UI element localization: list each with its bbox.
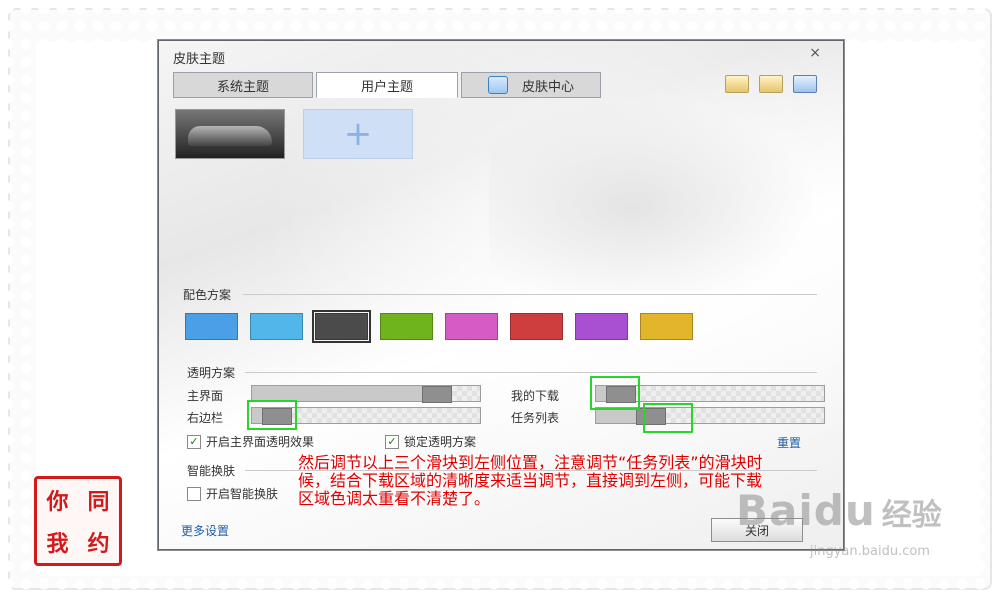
watermark-brand-cn: 经验	[881, 498, 942, 533]
color-scheme-heading: 配色方案	[183, 288, 232, 302]
checkbox-label: 锁定透明方案	[404, 435, 477, 449]
car-thumbnail-icon	[188, 126, 272, 146]
checkbox-icon: ✓	[187, 434, 201, 449]
tab-label: 系统主题	[216, 79, 269, 95]
tab-bar: 系统主题 用户主题 皮肤中心	[173, 72, 601, 98]
checkbox-label: 开启主界面透明效果	[206, 435, 315, 449]
color-swatch[interactable]	[250, 313, 303, 340]
close-icon[interactable]: ×	[809, 45, 821, 61]
stamp-char: 约	[87, 531, 110, 557]
divider	[245, 372, 817, 373]
tab-label: 用户主题	[360, 79, 413, 95]
background-car-image	[489, 81, 843, 291]
watermark-brand: Baidu	[736, 486, 876, 535]
refresh-icon[interactable]	[725, 75, 749, 93]
toolbar-icons	[725, 75, 817, 93]
slider-fill	[252, 386, 450, 401]
lock-scheme-checkbox[interactable]: ✓ 锁定透明方案	[385, 433, 476, 450]
highlight-box	[590, 376, 640, 410]
right-bar-label: 右边栏	[187, 411, 224, 425]
tab-system-theme[interactable]: 系统主题	[173, 72, 313, 98]
dialog-title: 皮肤主题	[173, 52, 226, 67]
skin-center-icon	[487, 76, 508, 94]
slider-knob[interactable]	[422, 386, 452, 403]
checkbox-icon: ✓	[385, 434, 399, 449]
color-swatch[interactable]	[445, 313, 498, 340]
transparency-heading: 透明方案	[187, 366, 236, 380]
color-swatch[interactable]	[510, 313, 563, 340]
smart-switch-heading: 智能换肤	[187, 464, 236, 478]
color-swatches	[185, 310, 693, 343]
color-swatch[interactable]	[575, 313, 628, 340]
task-list-label: 任务列表	[511, 411, 560, 425]
color-swatch[interactable]	[380, 313, 433, 340]
color-swatch[interactable]	[312, 310, 371, 343]
seal-stamp: 你 同 我 约	[34, 476, 122, 566]
my-download-label: 我的下载	[511, 389, 560, 403]
tab-label: 皮肤中心	[521, 79, 574, 95]
folder-icon[interactable]	[759, 75, 783, 93]
plus-icon: +	[343, 114, 373, 154]
main-ui-label: 主界面	[187, 389, 224, 403]
tab-skin-center[interactable]: 皮肤中心	[461, 72, 601, 98]
stamp-char: 同	[87, 489, 110, 515]
tab-user-theme[interactable]: 用户主题	[316, 72, 458, 98]
divider	[243, 294, 817, 295]
watermark-url: jingyan.baidu.com	[810, 544, 930, 559]
color-swatch[interactable]	[185, 313, 238, 340]
baidu-watermark: Baidu 经验 jingyan.baidu.com	[736, 486, 956, 566]
add-skin-button[interactable]: +	[303, 109, 413, 159]
more-settings-link[interactable]: 更多设置	[181, 522, 229, 539]
checkbox-label: 开启智能换肤	[206, 487, 279, 501]
highlight-box	[247, 400, 297, 430]
enable-smart-switch-checkbox[interactable]: 开启智能换肤	[187, 485, 278, 502]
stamp-char: 你	[46, 489, 69, 515]
reset-link[interactable]: 重置	[777, 434, 801, 451]
export-icon[interactable]	[793, 75, 817, 93]
highlight-box	[643, 403, 693, 433]
checkbox-icon	[187, 486, 201, 501]
stamp-char: 我	[46, 531, 69, 557]
color-swatch[interactable]	[640, 313, 693, 340]
enable-main-transparency-checkbox[interactable]: ✓ 开启主界面透明效果	[187, 433, 314, 450]
skin-thumbnail-car[interactable]	[175, 109, 285, 159]
red-annotation-text: 然后调节以上三个滑块到左侧位置，注意调节“任务列表”的滑块时候，结合下载区域的清…	[298, 453, 763, 508]
